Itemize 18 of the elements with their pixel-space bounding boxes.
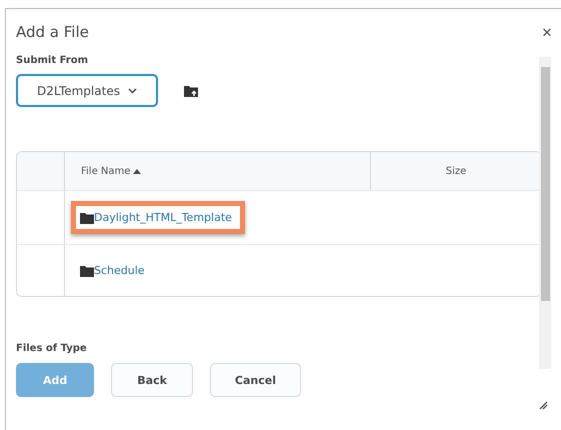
folder-link[interactable]: Daylight_HTML_Template bbox=[80, 211, 232, 224]
scrollbar[interactable] bbox=[539, 57, 551, 369]
close-button[interactable]: × bbox=[540, 23, 554, 43]
submit-from-label: Submit From bbox=[16, 55, 90, 66]
folder-icon bbox=[80, 264, 94, 276]
files-of-type-label: Files of Type bbox=[16, 343, 88, 354]
folder-link[interactable]: Schedule bbox=[80, 264, 145, 277]
column-header[interactable]: File Name bbox=[81, 166, 142, 176]
dialog-button[interactable]: Back bbox=[111, 363, 193, 397]
column-header[interactable]: Size bbox=[446, 166, 466, 176]
sort-ascending-icon bbox=[133, 168, 142, 174]
folder-upload-icon[interactable] bbox=[184, 84, 198, 96]
folder-icon bbox=[80, 212, 94, 224]
resize-grip-icon[interactable] bbox=[539, 401, 548, 410]
source-dropdown[interactable]: D2LTemplates bbox=[16, 74, 158, 107]
chevron-down-icon bbox=[128, 88, 137, 94]
dialog-title: Add a File bbox=[16, 23, 90, 43]
dialog-button[interactable]: Cancel bbox=[210, 363, 301, 397]
